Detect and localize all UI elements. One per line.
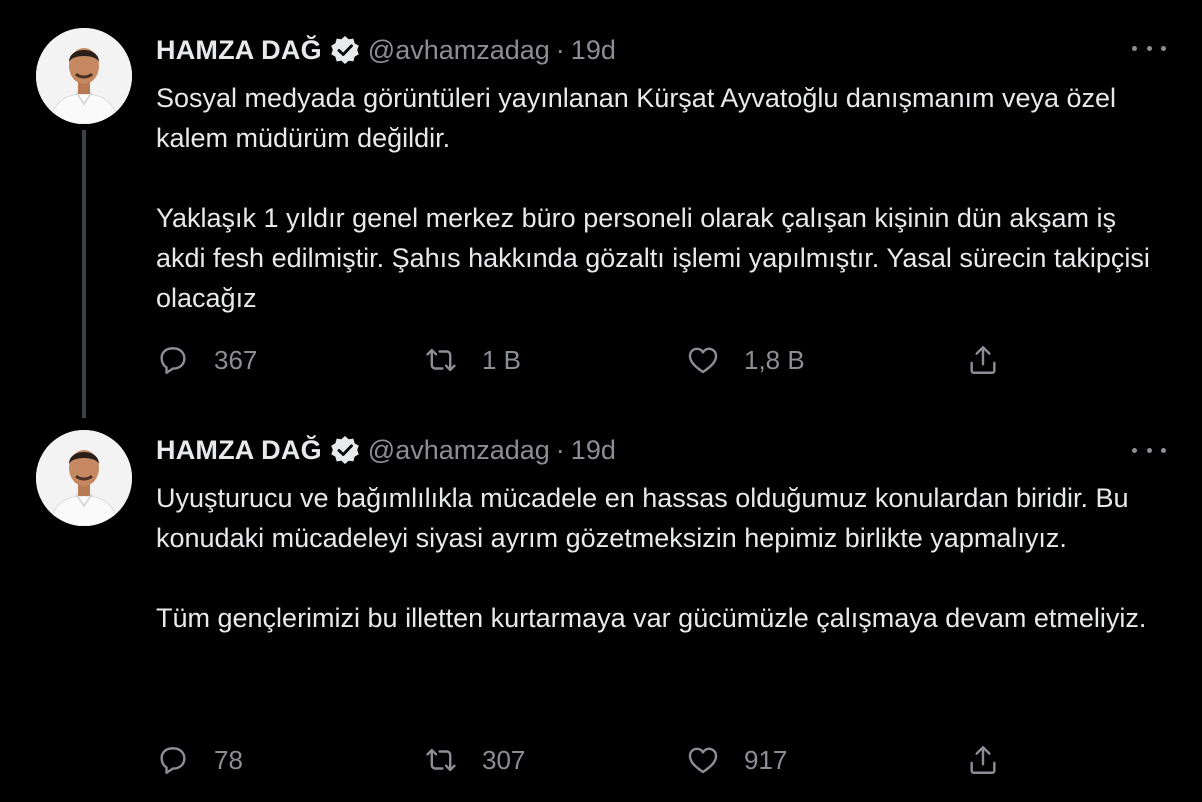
timestamp[interactable]: 19d [571,35,616,66]
like-count: 917 [744,744,788,775]
verified-badge-icon [330,35,360,65]
verified-badge-icon [330,435,360,465]
like-count: 1,8 B [744,344,805,375]
author-name[interactable]: HAMZA DAĞ [156,435,322,466]
tweet[interactable]: HAMZA DAĞ @avhamzadag · 19d Sosyal medya… [0,0,1202,400]
tweet-text: Uyuşturucu ve bağımlılıkla mücadele en h… [156,478,1156,638]
retweet-button[interactable]: 307 [424,740,525,780]
share-button[interactable] [966,340,1000,380]
retweet-count: 1 B [482,344,522,375]
avatar[interactable] [36,28,132,124]
author-handle[interactable]: @avhamzadag [368,35,550,66]
timestamp[interactable]: 19d [571,435,616,466]
retweet-icon [426,748,456,772]
more-icon[interactable] [1132,38,1166,58]
tweet-actions: 367 1 B 1,8 B [156,340,1036,380]
tweet-paragraph: Sosyal medyada görüntüleri yayınlanan Kü… [156,83,1117,153]
like-button[interactable]: 1,8 B [686,340,805,380]
share-button[interactable] [966,740,1000,780]
share-icon [970,746,996,774]
like-icon [688,747,718,774]
separator: · [555,34,565,65]
tweet[interactable]: HAMZA DAĞ @avhamzadag · 19d Uyuşturucu v… [0,400,1202,802]
reply-button[interactable]: 367 [156,340,257,380]
reply-count: 367 [214,344,258,375]
reply-button[interactable]: 78 [156,740,243,780]
tweet-header: HAMZA DAĞ @avhamzadag · 19d [156,430,616,470]
retweet-button[interactable]: 1 B [424,340,521,380]
tweet-header: HAMZA DAĞ @avhamzadag · 19d [156,30,616,70]
reply-icon [160,347,186,374]
share-icon [970,346,996,374]
tweet-paragraph: Uyuşturucu ve bağımlılıkla mücadele en h… [156,483,1129,553]
author-name[interactable]: HAMZA DAĞ [156,35,322,66]
tweet-text: Sosyal medyada görüntüleri yayınlanan Kü… [156,78,1156,318]
reply-count: 78 [214,744,243,775]
more-icon[interactable] [1132,440,1166,460]
like-icon [688,347,718,374]
tweet-actions: 78 307 917 [156,740,1036,780]
author-handle[interactable]: @avhamzadag [368,435,550,466]
tweet-paragraph: Tüm gençlerimizi bu illetten kurtarmaya … [156,603,1147,633]
reply-icon [160,747,186,774]
retweet-icon [426,348,456,372]
retweet-count: 307 [482,744,526,775]
tweet-paragraph: Yaklaşık 1 yıldır genel merkez büro pers… [156,203,1150,313]
separator: · [555,434,565,465]
avatar[interactable] [36,430,132,526]
like-button[interactable]: 917 [686,740,787,780]
